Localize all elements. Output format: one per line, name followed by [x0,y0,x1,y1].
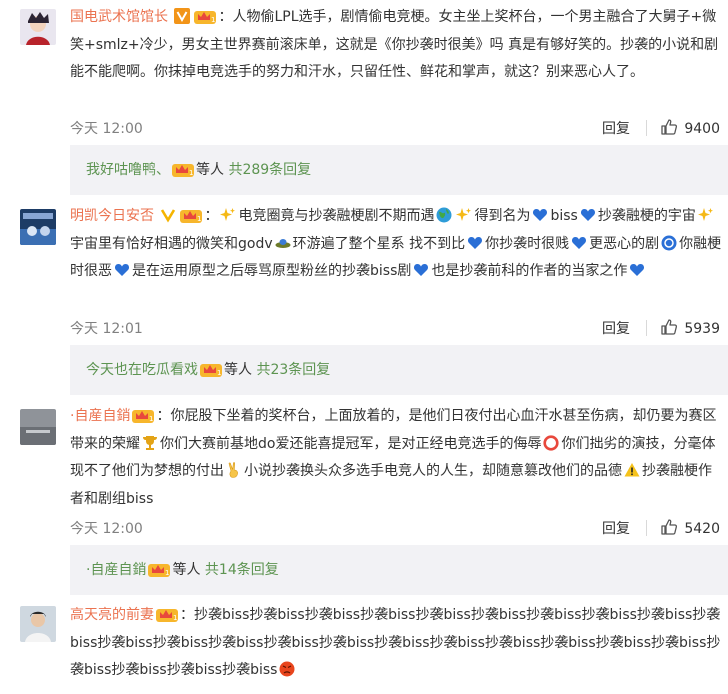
sub-replies-bar[interactable]: 我好咕噜鸭、 等人 共289条回复 [70,145,728,195]
comment-content: 明凯今日安否 ： 电竞圈竟与抄袭融梗剧不期而遇 得到名为 biss 抄袭融梗的宇宙宇宙里… [70,203,722,286]
comment-footer: 今天 12:01 回复 5939 [70,318,720,338]
avatar[interactable] [20,9,56,45]
sub-reply-mid: 等人 [172,562,201,578]
comment-content: ·自産自銷 ：你屁股下坐着的奖杯台，上面放着的，是他们日夜付出心血汗水甚至伤病，却… [70,403,722,513]
warning-icon [624,463,640,477]
comment-text: ：人物偷LPL选手，剧情偷电竞梗。女主坐上奖杯台，一个男主融合了大舅子+微笑+s… [70,9,719,80]
sub-replies-bar[interactable]: ·自産自銷 等人 共14条回复 [70,545,728,595]
crown-badge-icon [156,606,178,622]
comment-text: 更恶心的剧 [589,235,660,252]
avatar[interactable] [20,409,56,445]
comment-username[interactable]: 明凯今日安否 [70,208,154,224]
sparkle-icon [220,207,236,223]
comment-text: ： [204,208,219,224]
comment-text: 得到名为 [474,208,531,224]
divider [646,520,647,536]
comment-username[interactable]: 高天亮的前妻 [70,607,154,623]
heart-icon [629,262,645,278]
comment-time: 今天 12:00 [70,521,143,537]
heart-icon [571,235,587,251]
comment-footer: 今天 12:00 回复 9400 [70,118,720,138]
sub-reply-user[interactable]: ·自産自銷 [86,562,146,578]
crown-badge-icon [200,361,222,377]
avatar[interactable] [20,606,56,642]
sub-reply-user[interactable]: 我好咕噜鸭、 [86,162,170,178]
heart-icon [413,262,429,278]
comment-time: 今天 12:00 [70,121,143,137]
comment-text: 也是抄袭前科的作者的当家之作 [431,263,628,279]
sub-reply-user[interactable]: 今天也在吃瓜看戏 [86,362,198,378]
comment-text: 小说抄袭换头众多选手电竞人的人生，却随意篡改他们的品德 [244,463,622,479]
sparkle-icon [456,207,472,223]
comment-text: 你抄袭时很贱 [485,235,570,252]
sub-reply-count[interactable]: 共289条回复 [228,162,311,178]
like-icon [660,518,678,536]
crown-badge-icon [148,561,170,577]
like-count: 5420 [684,521,720,537]
heart-icon [580,207,596,223]
heart-icon [467,235,483,251]
sub-reply-count[interactable]: 共23条回复 [256,362,330,378]
stop-icon [543,434,560,451]
heart-icon [114,262,130,278]
sparkle-icon [698,207,714,223]
comment-text: 环游遍了整个星系 找不到比 [292,235,466,252]
reply-button[interactable]: 回复 [602,118,630,138]
victory-hand-icon [228,462,238,478]
crown-badge-icon [194,8,216,24]
comment-username[interactable]: 国电武术馆馆长 [70,9,168,25]
comment-text: 是在运用原型之后辱骂原型粉丝的抄袭biss剧 [132,263,412,279]
reply-button[interactable]: 回复 [602,518,630,538]
sub-reply-count[interactable]: 共14条回复 [205,562,279,578]
reply-button[interactable]: 回复 [602,318,630,338]
like-count: 9400 [684,121,720,137]
like-button[interactable]: 5420 [660,518,720,537]
comment-footer: 今天 12:00 回复 5420 [70,518,720,538]
comment-text: 电竞圈竟与抄袭融梗剧不期而遇 [238,208,435,224]
like-icon [660,118,678,136]
divider [646,320,647,336]
vip-badge-icon [161,209,176,223]
comment-text: 宇宙里有恰好相遇的微笑和godv [70,235,273,252]
comment-username[interactable]: ·自産自銷 [70,408,130,424]
sub-reply-mid: 等人 [224,362,252,378]
heart-icon [532,207,548,223]
like-count: 5939 [684,321,720,337]
like-icon [660,318,678,336]
trophy-icon [143,435,157,450]
comment-time: 今天 12:01 [70,321,143,337]
vip-badge-icon [174,8,191,24]
like-button[interactable]: 5939 [660,318,720,337]
comment-content: 高天亮的前妻 ：抄袭biss抄袭biss抄袭biss抄袭biss抄袭biss抄袭b… [70,602,722,685]
comment-text: biss [550,208,578,224]
crown-badge-icon [132,407,154,423]
comment-content: 国电武术馆馆长 ：人物偷LPL选手，剧情偷电竞梗。女主坐上奖杯台，一个男主融合了… [70,4,722,87]
comment-text: 你们大赛前基地do爱还能喜提冠军，是对正经电竞选手的侮辱 [160,435,542,452]
divider [646,120,647,136]
avatar[interactable] [20,209,56,245]
crown-badge-icon [172,161,194,177]
angry-face-icon [279,661,295,677]
sub-replies-bar[interactable]: 今天也在吃瓜看戏 等人 共23条回复 [70,345,728,395]
comment-text: 抄袭融梗的宇宙 [597,208,696,224]
ufo-icon [275,238,291,248]
sub-reply-mid: 等人 [196,162,224,178]
crown-badge-icon [180,207,202,223]
like-button[interactable]: 9400 [660,118,720,137]
cyclone-icon [661,235,677,250]
globe-icon [436,207,452,223]
